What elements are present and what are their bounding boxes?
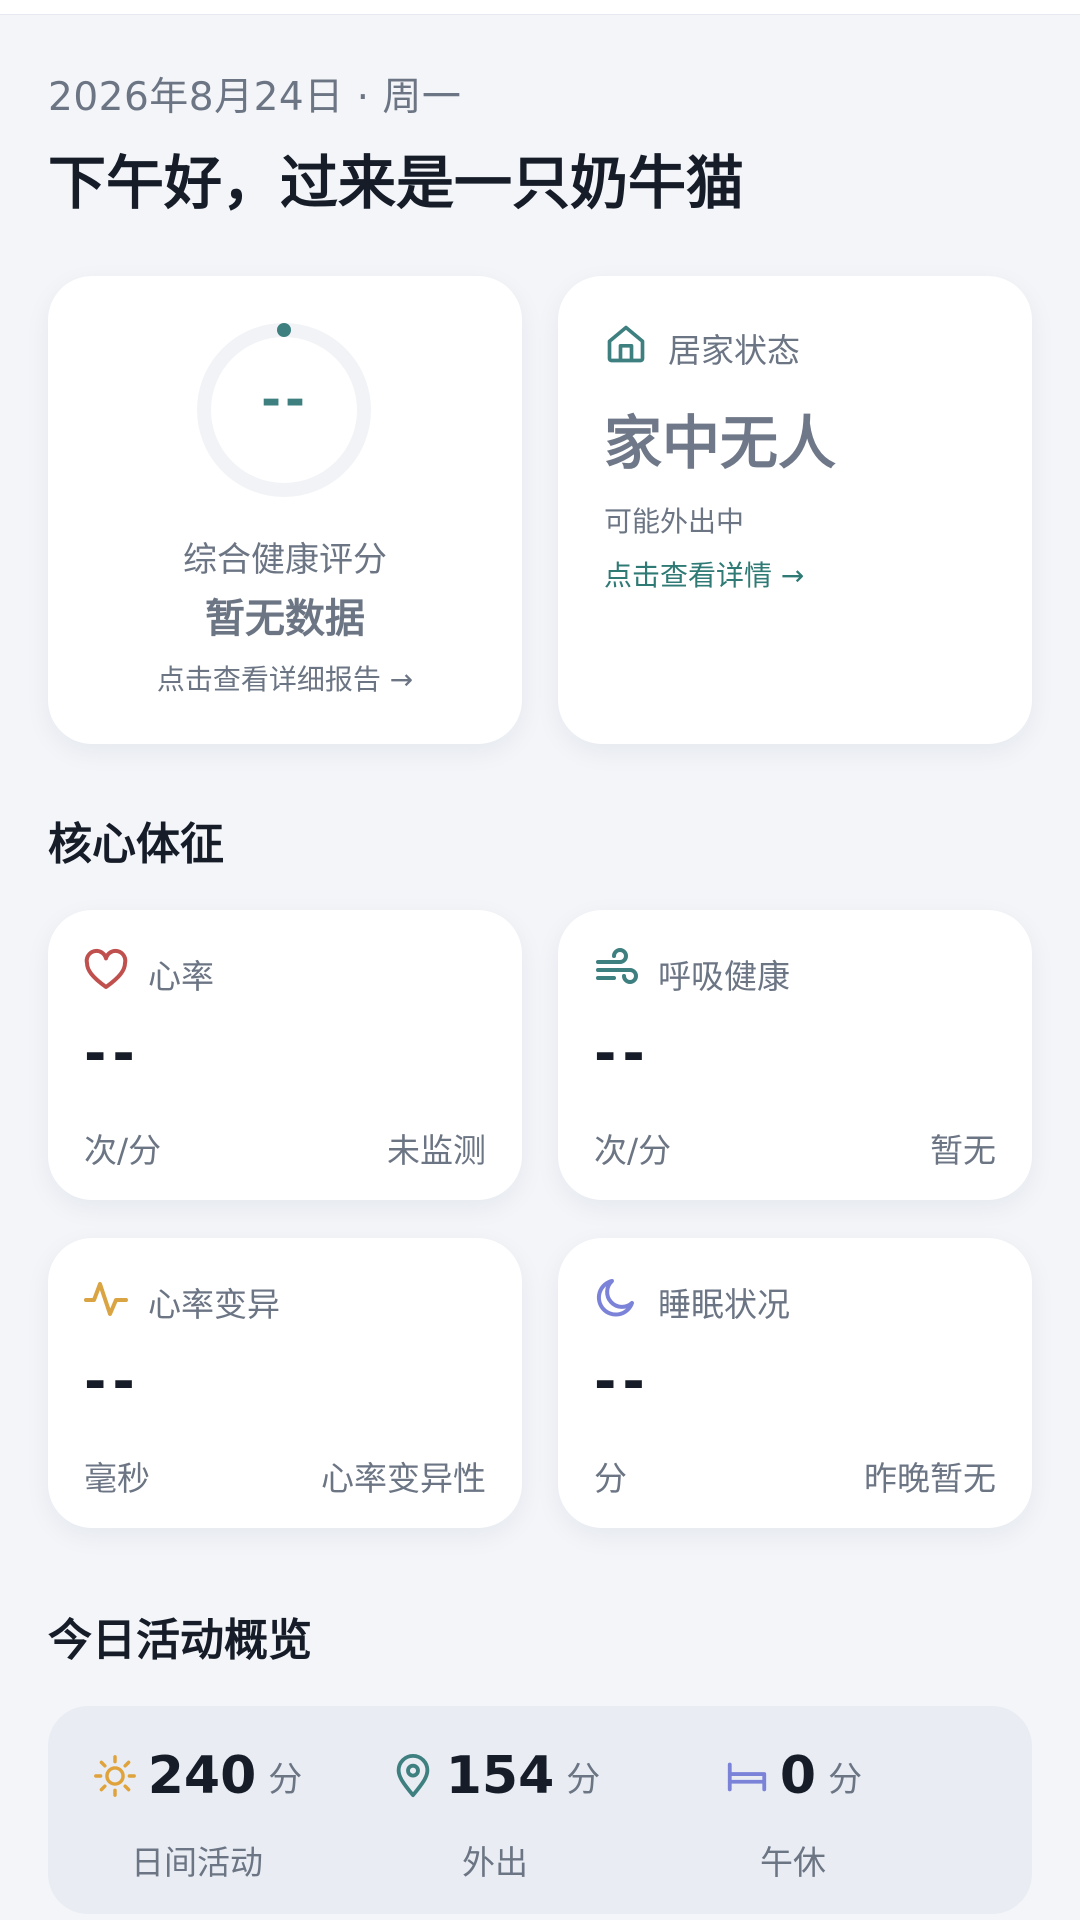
activity-label: 午休	[760, 1843, 826, 1882]
activity-unit: 分	[566, 1759, 601, 1800]
vital-unit: 分	[594, 1459, 627, 1498]
score-label: 综合健康评分	[183, 540, 387, 580]
vital-value: --	[594, 1022, 651, 1085]
activity-unit: 分	[268, 1759, 303, 1800]
activity-label: 外出	[462, 1843, 528, 1882]
score-report-link[interactable]: 点击查看详细报告 →	[48, 658, 522, 698]
home-status-card[interactable]: 居家状态 家中无人 可能外出中 点击查看详情 →	[558, 276, 1032, 744]
activity-value: 0	[779, 1746, 817, 1806]
vital-value: --	[84, 1022, 141, 1085]
vital-unit: 次/分	[84, 1131, 162, 1170]
activity-daytime[interactable]: 240 分 日间活动	[48, 1706, 346, 1914]
score-status: 暂无数据	[205, 596, 365, 642]
vital-status: 暂无	[930, 1131, 996, 1170]
wind-icon	[596, 948, 638, 984]
home-icon	[607, 325, 645, 363]
vital-card-sleep[interactable]: 睡眠状况 -- 分 昨晚暂无	[558, 1238, 1032, 1528]
home-status-value: 家中无人	[604, 409, 837, 477]
activity-value: 154	[445, 1746, 555, 1806]
activity-outing[interactable]: 154 分 外出	[346, 1706, 644, 1914]
vital-value: --	[594, 1350, 651, 1413]
vital-label: 睡眠状况	[658, 1285, 790, 1324]
activity-nap[interactable]: 0分 午休	[644, 1706, 942, 1914]
current-date: 2026年8月24日 · 周一	[48, 75, 462, 120]
greeting-title: 下午好，过来是一只奶牛猫	[48, 149, 745, 217]
home-details-link[interactable]: 点击查看详情 →	[604, 554, 804, 594]
vital-unit: 毫秒	[84, 1459, 150, 1498]
vital-value: --	[84, 1350, 141, 1413]
vital-label: 心率	[148, 957, 214, 996]
bed-icon	[727, 1762, 767, 1792]
vital-label: 心率变异	[148, 1285, 280, 1324]
health-score-card[interactable]: -- 综合健康评分 暂无数据 点击查看详细报告 →	[48, 276, 522, 744]
activity-label: 日间活动	[131, 1843, 263, 1882]
home-status-label: 居家状态	[668, 331, 800, 370]
vital-status: 未监测	[387, 1131, 486, 1170]
activity-overview-card: 240 分 日间活动 154 分 外出 0分 午休	[48, 1706, 1032, 1914]
activity-section-title: 今日活动概览	[48, 1615, 312, 1666]
location-pin-icon	[396, 1754, 430, 1798]
sun-icon	[93, 1755, 136, 1797]
vital-status: 心率变异性	[321, 1459, 486, 1498]
vital-card-heart-rate[interactable]: 心率 -- 次/分 未监测	[48, 910, 522, 1200]
activity-value: 240	[147, 1746, 257, 1806]
home-status-sub: 可能外出中	[604, 505, 745, 538]
heart-icon	[84, 948, 128, 989]
vital-status: 昨晚暂无	[864, 1459, 996, 1498]
score-value: --	[261, 372, 309, 428]
activity-unit: 分	[828, 1759, 863, 1800]
vital-unit: 次/分	[594, 1131, 672, 1170]
status-bar-divider	[0, 0, 1080, 15]
pulse-icon	[84, 1282, 128, 1316]
moon-icon	[596, 1279, 634, 1317]
vital-card-hrv[interactable]: 心率变异 -- 毫秒 心率变异性	[48, 1238, 522, 1528]
vitals-section-title: 核心体征	[48, 819, 224, 870]
vital-label: 呼吸健康	[658, 957, 790, 996]
vital-card-respiration[interactable]: 呼吸健康 -- 次/分 暂无	[558, 910, 1032, 1200]
